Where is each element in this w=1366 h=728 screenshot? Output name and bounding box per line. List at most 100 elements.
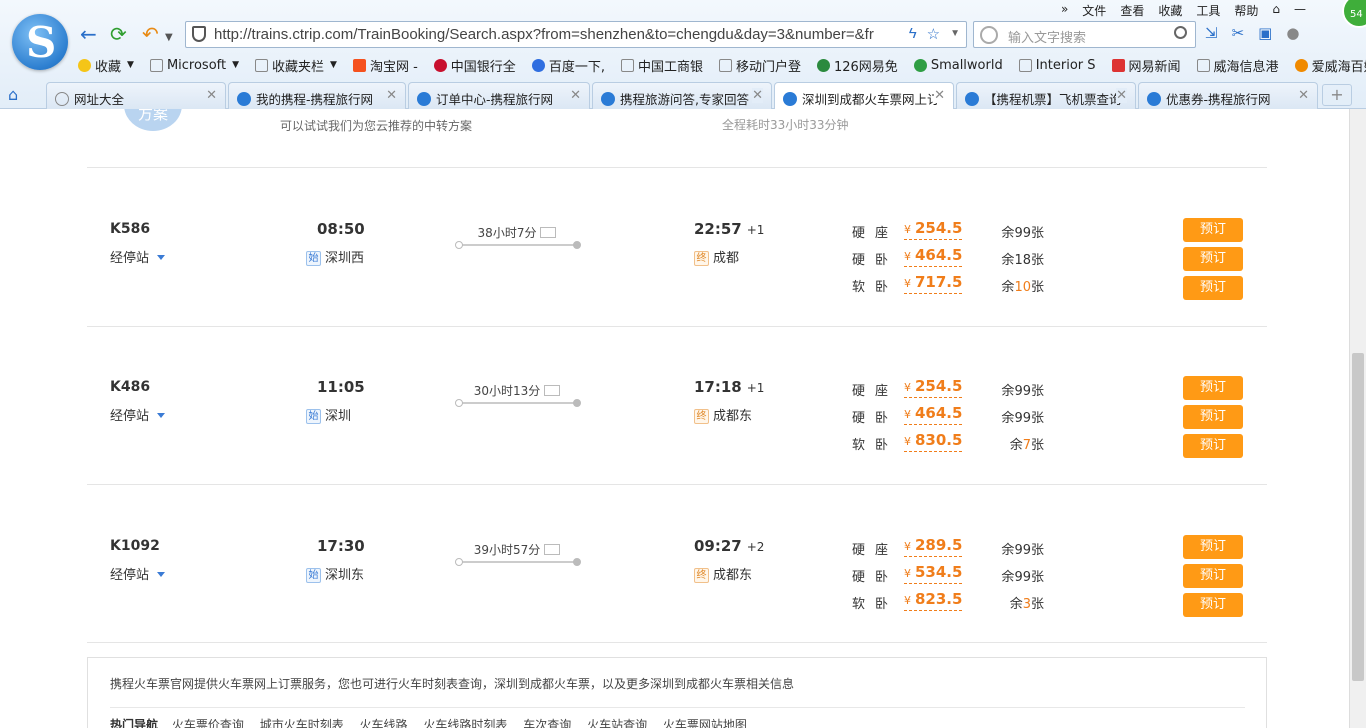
bookmark-weihai[interactable]: 威海信息港	[1196, 56, 1279, 75]
back-icon[interactable]: ←	[80, 24, 97, 46]
seat-price[interactable]: ¥464.5	[904, 246, 963, 267]
menu-tools[interactable]: 工具	[1196, 2, 1220, 18]
timetable-icon[interactable]	[544, 544, 561, 555]
more-icon[interactable]: ●	[1286, 24, 1299, 42]
stops-label[interactable]: 经停站	[110, 251, 149, 266]
bookmark-boc[interactable]: 中国银行全	[433, 56, 516, 75]
train-number[interactable]: K486	[110, 379, 150, 395]
close-tab-icon[interactable]: ✕	[1116, 88, 1127, 103]
transfer-recommend-text[interactable]: 可以试试我们为您云推荐的中转方案	[280, 117, 472, 134]
chevron-down-icon[interactable]	[157, 255, 166, 260]
close-tab-icon[interactable]: ✕	[206, 88, 217, 103]
search-box[interactable]: 输入文字搜索	[973, 21, 1196, 48]
undo-icon[interactable]: ↶	[142, 24, 159, 46]
book-button[interactable]: 预订	[1183, 434, 1243, 458]
vertical-scrollbar[interactable]	[1349, 109, 1366, 728]
bookmark-folder-bar[interactable]: 收藏夹栏 ▼	[255, 56, 337, 75]
lightning-icon[interactable]: ϟ	[909, 25, 917, 43]
seat-price[interactable]: ¥534.5	[904, 563, 963, 584]
close-tab-icon[interactable]: ✕	[386, 88, 397, 103]
seat-price[interactable]: ¥254.5	[904, 219, 963, 240]
bookmark-smallworld[interactable]: Smallworld	[913, 58, 1003, 73]
skin-icon[interactable]: ⌂	[1272, 2, 1280, 18]
tab-6[interactable]: 优惠券-携程旅行网 ✕	[1138, 82, 1318, 109]
hot-link[interactable]: 火车票价查询	[172, 718, 244, 728]
home-icon[interactable]: ⌂	[8, 85, 18, 104]
train-number[interactable]: K1092	[110, 538, 160, 554]
train-number[interactable]: K586	[110, 221, 150, 237]
stops-dropdown[interactable]: 经停站	[110, 564, 166, 583]
hot-link[interactable]: 火车线路	[360, 718, 408, 728]
tab-1[interactable]: 我的携程-携程旅行网 ✕	[228, 82, 406, 109]
close-tab-icon[interactable]: ✕	[752, 88, 763, 103]
book-button[interactable]: 预订	[1183, 535, 1243, 559]
scrollbar-thumb[interactable]	[1352, 353, 1364, 681]
tab-4[interactable]: 深圳到成都火车票网上订 ✕	[774, 82, 954, 110]
seat-price[interactable]: ¥464.5	[904, 404, 963, 425]
search-engine-icon[interactable]	[980, 26, 998, 44]
user-badge[interactable]: 54	[1342, 0, 1366, 28]
url-text[interactable]: http://trains.ctrip.com/TrainBooking/Sea…	[214, 26, 874, 43]
book-button[interactable]: 预订	[1183, 218, 1243, 242]
timetable-icon[interactable]	[540, 227, 557, 238]
stops-label[interactable]: 经停站	[110, 409, 149, 424]
close-tab-icon[interactable]: ✕	[570, 88, 581, 103]
tab-2[interactable]: 订单中心-携程旅行网 ✕	[408, 82, 590, 109]
bookmark-163news[interactable]: 网易新闻	[1111, 56, 1181, 75]
menu-favorites[interactable]: 收藏	[1158, 2, 1182, 18]
scissors-icon[interactable]: ✂	[1232, 24, 1245, 42]
seat-price[interactable]: ¥830.5	[904, 431, 963, 452]
bookmark-icbc[interactable]: 中国工商银	[620, 56, 703, 75]
book-button[interactable]: 预订	[1183, 276, 1243, 300]
bookmark-aiweihai[interactable]: 爱威海百姓	[1294, 56, 1366, 75]
minimize-icon[interactable]: —	[1294, 2, 1306, 18]
duration: 38小时7分	[455, 224, 579, 241]
stops-label[interactable]: 经停站	[110, 568, 149, 583]
address-dropdown-icon[interactable]: ▼	[950, 25, 960, 43]
bookmark-favorites[interactable]: 收藏 ▼	[78, 56, 134, 75]
menu-help[interactable]: 帮助	[1234, 2, 1258, 18]
book-button[interactable]: 预订	[1183, 564, 1243, 588]
book-button[interactable]: 预订	[1183, 405, 1243, 429]
bookmark-interior[interactable]: Interior S	[1018, 58, 1096, 73]
tab-0[interactable]: 网址大全 ✕	[46, 82, 226, 109]
book-button[interactable]: 预订	[1183, 247, 1243, 271]
search-icon[interactable]	[1174, 26, 1187, 39]
address-bar[interactable]: http://trains.ctrip.com/TrainBooking/Sea…	[185, 21, 967, 48]
hot-link[interactable]: 城市火车时刻表	[260, 718, 344, 728]
bookmark-baidu[interactable]: 百度一下,	[531, 56, 605, 75]
stops-dropdown[interactable]: 经停站	[110, 405, 166, 424]
menu-arrows-icon[interactable]: »	[1061, 2, 1068, 18]
menu-file[interactable]: 文件	[1082, 2, 1106, 18]
hot-link[interactable]: 火车线路时刻表	[423, 718, 507, 728]
hot-link[interactable]: 火车票网站地图	[663, 718, 747, 728]
bookmark-taobao[interactable]: 淘宝网 -	[352, 56, 418, 75]
screen-icon[interactable]: ▣	[1258, 24, 1272, 42]
hot-link[interactable]: 火车站查询	[587, 718, 647, 728]
search-placeholder[interactable]: 输入文字搜索	[1008, 31, 1086, 46]
stops-dropdown[interactable]: 经停站	[110, 247, 166, 266]
seat-price[interactable]: ¥823.5	[904, 590, 963, 611]
hot-link[interactable]: 车次查询	[523, 718, 571, 728]
tab-3[interactable]: 携程旅游问答,专家回答 ✕	[592, 82, 772, 109]
timetable-icon[interactable]	[544, 385, 561, 396]
seat-price[interactable]: ¥289.5	[904, 536, 963, 557]
star-icon[interactable]: ☆	[927, 25, 940, 43]
new-tab-button[interactable]: +	[1322, 84, 1352, 106]
refresh-icon[interactable]: ⟳	[110, 24, 127, 46]
book-button[interactable]: 预订	[1183, 376, 1243, 400]
close-tab-icon[interactable]: ✕	[1298, 88, 1309, 103]
tab-5[interactable]: 【携程机票】飞机票查询 ✕	[956, 82, 1136, 109]
bookmark-126[interactable]: 126网易免	[816, 56, 898, 75]
book-button[interactable]: 预订	[1183, 593, 1243, 617]
menu-view[interactable]: 查看	[1120, 2, 1144, 18]
close-tab-icon[interactable]: ✕	[934, 88, 945, 103]
chevron-down-icon[interactable]	[157, 572, 166, 577]
undo-dropdown-icon[interactable]: ▼	[165, 28, 173, 50]
chevron-down-icon[interactable]	[157, 413, 166, 418]
bookmark-mobile[interactable]: 移动门户登	[718, 56, 801, 75]
seat-price[interactable]: ¥717.5	[904, 273, 963, 294]
seat-price[interactable]: ¥254.5	[904, 377, 963, 398]
bookmark-microsoft[interactable]: Microsoft ▼	[149, 58, 239, 73]
login-icon[interactable]: ⇲	[1205, 24, 1218, 42]
